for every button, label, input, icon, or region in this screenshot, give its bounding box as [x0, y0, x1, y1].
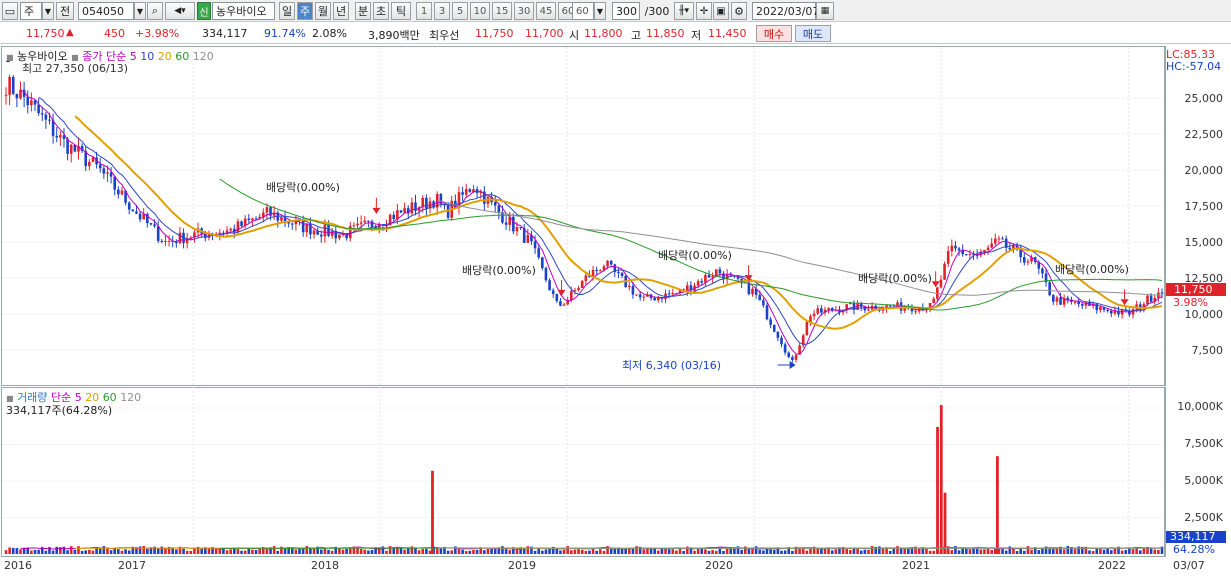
market-dropdown-icon[interactable]: ▼ [42, 2, 54, 20]
change-percent: +3.98% [135, 27, 180, 40]
buy-button[interactable]: 매수 [756, 25, 792, 42]
best-bid: 11,700 [525, 27, 564, 40]
dividend-label: 배당락(0.00%) [858, 272, 932, 285]
volume: 334,117 [202, 27, 248, 40]
hc-label: HC:-57.04 [1166, 60, 1222, 73]
interval-3[interactable]: 3 [434, 2, 450, 20]
interval-select[interactable]: 60 [572, 2, 594, 20]
price-tick: 25,000 [1184, 92, 1224, 105]
interval-dropdown-icon[interactable]: ▼ [594, 2, 606, 20]
dividend-label: 배당락(0.00%) [462, 264, 536, 277]
open-price: 11,800 [584, 27, 623, 40]
chart-window-icon[interactable]: ▭ [2, 2, 18, 20]
code-input[interactable]: 054050 [78, 2, 134, 20]
crosshair-icon[interactable]: ✛ [696, 2, 712, 20]
quote-bar: 11,750 ▲ 450 +3.98% 334,117 91.74% 2.08%… [0, 23, 1231, 44]
price-tick: 15,000 [1184, 236, 1224, 249]
ma20-label: 20 [157, 50, 172, 63]
open-label: 시 [569, 29, 580, 42]
count-input[interactable]: 300 [612, 2, 640, 20]
turnover: 2.08% [312, 27, 347, 40]
x-axis-label: 2018 [311, 559, 339, 572]
x-axis-label: 2022 [1098, 559, 1126, 572]
current-price: 11,750 [26, 27, 65, 40]
ma60-label: 60 [175, 50, 190, 63]
candle-type-icon[interactable]: ╫▾ [674, 2, 694, 20]
best-label: 최우선 [429, 29, 460, 42]
gear-icon[interactable]: ⚙ [731, 2, 747, 20]
high-note: 최고 27,350 (06/13) [22, 62, 129, 75]
interval-1[interactable]: 1 [416, 2, 432, 20]
interval-30[interactable]: 30 [514, 2, 534, 20]
current-pct-tag: 3.98% [1173, 296, 1208, 309]
period-month[interactable]: 월 [315, 2, 331, 20]
dividend-label: 배당락(0.00%) [266, 181, 340, 194]
interval-5[interactable]: 5 [452, 2, 468, 20]
x-axis-label: 2017 [118, 559, 146, 572]
price-tick: 22,500 [1184, 128, 1224, 141]
current-price-tag: 11,750 [1166, 283, 1226, 296]
low-note: 최저 6,340 (03/16) [622, 359, 722, 372]
x-axis-label: 2020 [705, 559, 733, 572]
high-price: 11,850 [646, 27, 685, 40]
prev-button[interactable]: 전 [56, 2, 74, 20]
interval-15[interactable]: 15 [492, 2, 512, 20]
calendar-icon[interactable]: ▦ [816, 2, 834, 20]
volume-tick: 2,500K [1184, 511, 1223, 524]
price-chart-panel[interactable] [1, 46, 1165, 386]
period-day[interactable]: 일 [279, 2, 295, 20]
price-tick: 17,500 [1184, 200, 1224, 213]
volume-tick: 10,000K [1177, 400, 1223, 413]
sell-button[interactable]: 매도 [795, 25, 831, 42]
save-icon[interactable]: ▣ [713, 2, 729, 20]
trade-amount: 3,890백만 [368, 29, 420, 42]
sound-icon[interactable]: ◀▾ [165, 2, 195, 20]
high-label: 고 [631, 29, 642, 42]
x-axis-label: 2019 [508, 559, 536, 572]
market-select[interactable]: 주 [20, 2, 42, 20]
volume-tick: 7,500K [1184, 437, 1223, 450]
x-axis-label: 03/07 [1173, 559, 1205, 572]
low-price: 11,450 [708, 27, 747, 40]
count-total: /300 [644, 4, 670, 18]
period-second[interactable]: 초 [373, 2, 389, 20]
best-ask: 11,750 [475, 27, 514, 40]
ma120-label: 120 [192, 50, 214, 63]
volume-current-tag: 334,117 [1166, 531, 1226, 543]
interval-10[interactable]: 10 [470, 2, 490, 20]
x-axis-label: 2016 [4, 559, 32, 572]
period-tick[interactable]: 틱 [391, 2, 411, 20]
dividend-label: 배당락(0.00%) [1055, 263, 1129, 276]
legend-marker-icon: ■ [6, 53, 14, 62]
price-tick: 7,500 [1191, 344, 1224, 357]
low-label: 저 [691, 29, 702, 42]
period-minute[interactable]: 분 [355, 2, 371, 20]
ma5-label: 5 [129, 50, 137, 63]
volume-tick: 5,000K [1184, 474, 1223, 487]
period-year[interactable]: 년 [333, 2, 349, 20]
volume-chart-panel[interactable] [1, 387, 1165, 557]
price-change: 450 [104, 27, 125, 40]
ma10-label: 10 [140, 50, 155, 63]
price-tick: 20,000 [1184, 164, 1224, 177]
volume-ratio: 91.74% [264, 27, 306, 40]
up-arrow-icon: ▲ [66, 27, 74, 38]
interval-45[interactable]: 45 [536, 2, 556, 20]
toolbar-main: ▭ 주 ▼ 전 054050 ▼ ⌕ ◀▾ 신 농우바이오 일 주 월 년 분 … [0, 0, 1231, 22]
period-week[interactable]: 주 [297, 2, 313, 20]
volume-current: 334,117주(64.28%) [6, 404, 113, 417]
new-badge: 신 [197, 2, 211, 20]
stock-name-field[interactable]: 농우바이오 [212, 2, 275, 20]
vol-ma120-label: 120 [120, 391, 142, 404]
dividend-label: 배당락(0.00%) [658, 249, 732, 262]
volume-pct-tag: 64.28% [1173, 543, 1215, 556]
x-axis-label: 2021 [902, 559, 930, 572]
price-tick: 10,000 [1184, 308, 1224, 321]
date-input[interactable]: 2022/03/07 [752, 2, 819, 20]
code-dropdown-icon[interactable]: ▼ [134, 2, 146, 20]
search-icon[interactable]: ⌕ [147, 2, 163, 20]
